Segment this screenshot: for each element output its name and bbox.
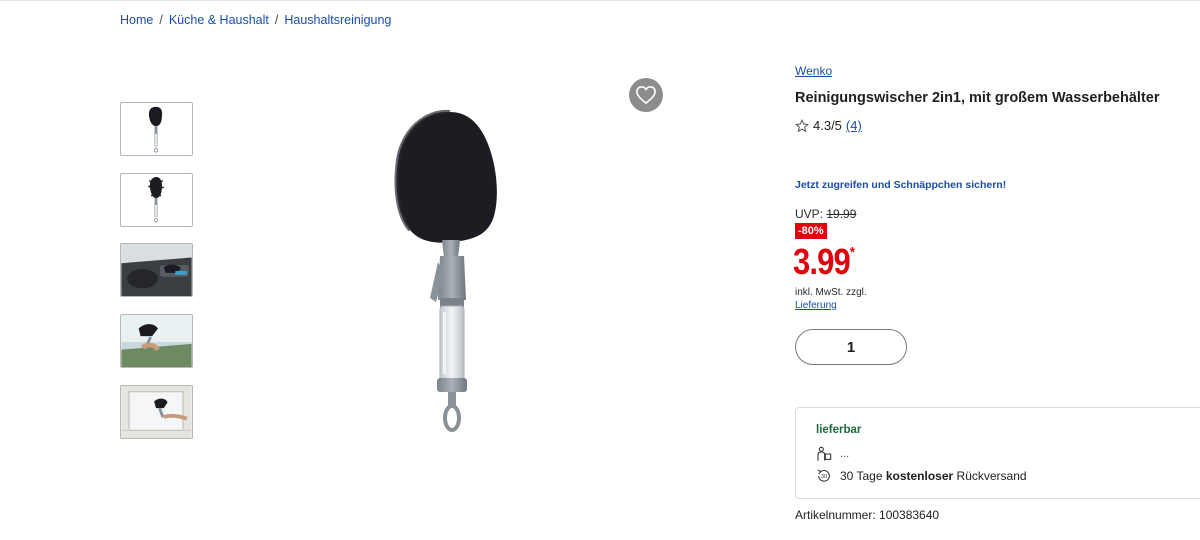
availability-status: lieferbar [816,424,862,436]
rating-value: 4.3/5 [813,118,842,133]
return-info: 30 Tage kostenloser Rückversand [840,469,1027,483]
product-brush-image [121,174,192,226]
breadcrumb-haushaltsreinigung[interactable]: Haushaltsreinigung [284,13,391,27]
thumbnail-mirror-cleaning[interactable] [120,385,193,439]
return-bold: kostenloser [885,469,954,483]
heart-icon [636,85,656,105]
thumbnail-product-front[interactable] [120,102,193,156]
cleaning-wiper-image [394,109,497,432]
rating: 4.3/5 (4) [795,118,862,133]
thumbnail-car-interior-cleaning[interactable] [120,243,193,297]
article-number: Artikelnummer: 100383640 [795,508,940,522]
svg-text:30: 30 [821,474,827,480]
star-icon [795,118,809,132]
windshield-image [121,315,192,367]
return-suffix: Rückversand [953,469,1027,483]
uvp-value: 19.99 [826,207,857,221]
delivery-person-icon [817,446,832,461]
product-title: Reinigungswischer 2in1, mit großem Wasse… [795,90,1160,106]
product-front-image [121,103,192,155]
return-30-icon: 30 [817,469,830,482]
breadcrumb-separator: / [159,13,163,27]
breadcrumb-home[interactable]: Home [120,13,153,27]
mirror-image [121,386,192,438]
price-value: 3.99 [793,241,851,282]
rating-count-link[interactable]: (4) [846,118,862,133]
quantity-selector[interactable]: 1 [795,329,907,365]
price-asterisk: * [849,244,855,261]
uvp-price: UVP: 19.99 [795,207,856,221]
thumbnail-product-brush[interactable] [120,173,193,227]
availability-box: lieferbar ... 30 30 Tage kostenloser Rüc… [795,407,1200,499]
brand-link[interactable]: Wenko [795,64,832,78]
uvp-label: UVP: [795,207,824,221]
top-divider [0,0,1200,1]
favorite-button[interactable] [629,78,663,112]
promo-text: Jetzt zugreifen und Schnäppchen sichern! [795,179,1007,191]
quantity-value: 1 [846,338,856,356]
return-prefix: 30 Tage [840,469,886,483]
breadcrumb-kueche-haushalt[interactable]: Küche & Haushalt [169,13,269,27]
delivery-row: ... [816,446,849,462]
car-interior-image [121,244,192,296]
thumbnail-windshield-cleaning[interactable] [120,314,193,368]
main-product-image [340,90,560,450]
breadcrumb-separator: / [274,13,279,27]
shipping-link[interactable]: Lieferung [795,300,837,311]
return-row: 30 30 Tage kostenloser Rückversand [816,468,1027,484]
current-price: 3.99* [793,237,855,282]
breadcrumb: Home / Küche & Haushalt / Haushaltsreini… [120,13,391,27]
tax-note: inkl. MwSt. zzgl. [795,287,867,298]
delivery-info: ... [840,448,850,460]
